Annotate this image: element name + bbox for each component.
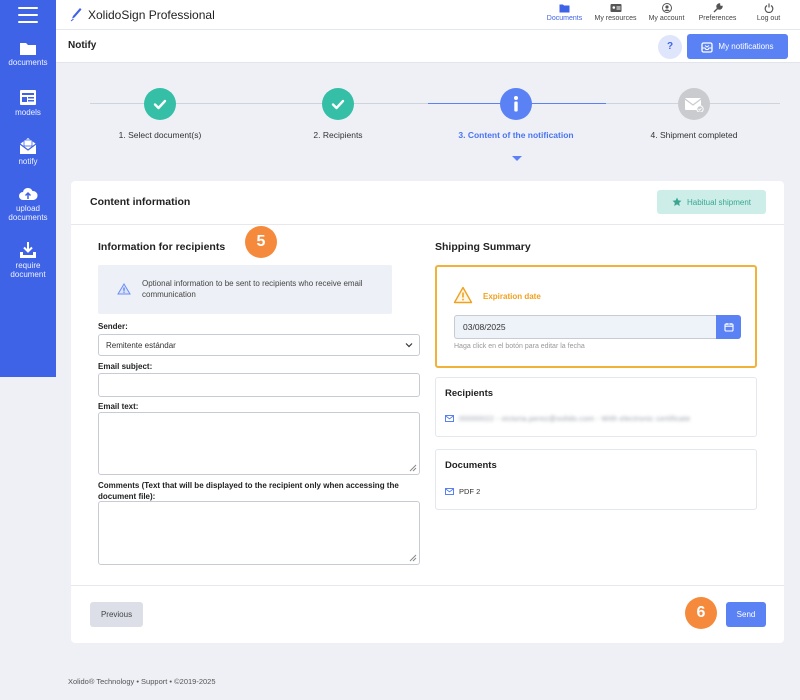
topnav-documents[interactable]: Documents — [539, 3, 590, 22]
email-subject-input[interactable] — [98, 373, 420, 397]
brand[interactable]: XolidoSign Professional — [70, 7, 215, 22]
step-shipment-completed[interactable]: 4. Shipment completed — [619, 86, 769, 140]
folder-icon — [20, 43, 36, 55]
comments-textarea[interactable] — [98, 501, 420, 565]
documents-title: Documents — [445, 460, 497, 471]
download-tray-icon — [20, 242, 36, 258]
expiration-date-input[interactable]: 03/08/2025 — [454, 315, 716, 339]
document-text: PDF 2 — [459, 487, 481, 496]
email-text-textarea[interactable] — [98, 412, 420, 475]
recipients-summary: Recipients 00000022 - victoria.perez@xol… — [435, 377, 757, 437]
content-card: Content information Habitual shipment In… — [71, 181, 784, 643]
user-icon — [661, 3, 672, 13]
star-icon — [672, 197, 682, 206]
sidebar-item-label: require document — [10, 261, 46, 279]
notify-icon — [19, 138, 37, 154]
document-row: PDF 2 — [445, 487, 480, 496]
card-footer-divider — [71, 585, 784, 586]
power-icon — [764, 3, 773, 13]
step-select-documents[interactable]: 1. Select document(s) — [85, 86, 235, 140]
current-step-caret-icon — [512, 156, 522, 161]
card-header: Content information Habitual shipment — [71, 181, 784, 225]
email-text-label: Email text: — [98, 402, 139, 411]
sidebar-item-documents[interactable]: documents — [0, 40, 56, 67]
previous-button[interactable]: Previous — [90, 602, 143, 627]
sidebar-item-label: notify — [18, 157, 38, 166]
card-title: Content information — [90, 196, 191, 208]
brand-name: XolidoSign Professional — [88, 7, 215, 22]
topnav-my-account[interactable]: My account — [641, 3, 692, 22]
sidebar-item-require-document[interactable]: require document — [0, 241, 56, 279]
top-nav: Documents My resources My account Prefer… — [539, 3, 794, 22]
step-content-of-notification[interactable]: 3. Content of the notification — [441, 86, 591, 140]
topnav-log-out[interactable]: Log out — [743, 3, 794, 22]
step-badge: 5 — [245, 226, 277, 258]
sender-select[interactable]: Remitente estándar — [98, 334, 420, 356]
information-for-recipients-title: Information for recipients — [98, 241, 226, 253]
menu-icon[interactable] — [18, 7, 38, 23]
expiration-hint: Haga click en el botón para editar la fe… — [454, 343, 585, 350]
my-notifications-button[interactable]: My notifications — [687, 34, 788, 59]
email-subject-label: Email subject: — [98, 362, 153, 371]
info-text: Optional information to be sent to recip… — [142, 279, 363, 299]
footer-text: Xolido® Technology • Support • ©2019-202… — [68, 677, 216, 686]
recipient-row: 00000022 - victoria.perez@xolido.com - W… — [445, 414, 690, 423]
recipient-text: 00000022 - victoria.perez@xolido.com - W… — [459, 414, 691, 423]
sidebar-item-label: models — [15, 108, 41, 117]
warning-icon — [117, 283, 131, 295]
documents-summary: Documents PDF 2 — [435, 449, 757, 510]
step-recipients[interactable]: 2. Recipients — [263, 86, 413, 140]
check-icon — [322, 88, 354, 120]
sidebar-item-notify[interactable]: notify — [0, 137, 56, 166]
topnav-my-resources[interactable]: My resources — [590, 3, 641, 22]
sidebar-item-label: documents — [8, 58, 48, 67]
calendar-icon — [723, 323, 734, 332]
resize-handle-icon[interactable] — [409, 554, 417, 562]
top-bar: XolidoSign Professional Documents My res… — [56, 0, 800, 30]
stepper: 1. Select document(s) 2. Recipients 3. C… — [70, 86, 780, 166]
sidebar-item-label: upload documents — [8, 204, 48, 222]
warning-icon — [453, 286, 473, 304]
sender-select-value: Remitente estándar — [106, 341, 176, 350]
recipients-title: Recipients — [445, 388, 494, 399]
sub-header: Notify ? My notifications — [56, 30, 800, 63]
info-icon — [500, 88, 532, 120]
id-card-icon — [610, 4, 621, 12]
step-label: 1. Select document(s) — [118, 130, 202, 140]
comments-label: Comments (Text that will be displayed to… — [98, 481, 399, 501]
folder-icon — [559, 4, 570, 13]
help-button[interactable]: ? — [658, 35, 682, 59]
pen-logo-icon — [70, 8, 82, 22]
check-icon — [144, 88, 176, 120]
send-button[interactable]: Send — [726, 602, 766, 627]
wrench-icon — [713, 3, 723, 13]
envelope-icon — [678, 88, 710, 120]
sidebar-item-upload-documents[interactable]: upload documents — [0, 186, 56, 222]
shipping-summary-title: Shipping Summary — [435, 241, 531, 253]
habitual-shipment-button[interactable]: Habitual shipment — [657, 190, 766, 214]
step-badge: 6 — [685, 597, 717, 629]
step-label: 2. Recipients — [313, 130, 363, 140]
step-label: 3. Content of the notification — [458, 130, 574, 140]
upload-cloud-icon — [19, 187, 38, 200]
models-icon — [20, 90, 36, 105]
notification-inbox-icon — [701, 41, 714, 53]
info-box: Optional information to be sent to recip… — [98, 265, 392, 314]
sidebar-item-models[interactable]: models — [0, 89, 56, 117]
topnav-preferences[interactable]: Preferences — [692, 3, 743, 22]
expiration-date-box: Expiration date 03/08/2025 Haga click en… — [435, 265, 757, 368]
step-label: 4. Shipment completed — [650, 130, 738, 140]
page-title: Notify — [68, 40, 97, 51]
calendar-button[interactable] — [716, 315, 741, 339]
chevron-down-icon — [405, 343, 413, 348]
envelope-icon — [445, 415, 454, 422]
resize-handle-icon[interactable] — [409, 464, 417, 472]
sidebar: documents models notify upload documents… — [0, 0, 56, 377]
envelope-icon — [445, 488, 454, 495]
expiration-date-title: Expiration date — [483, 292, 541, 301]
sender-label: Sender: — [98, 322, 128, 331]
